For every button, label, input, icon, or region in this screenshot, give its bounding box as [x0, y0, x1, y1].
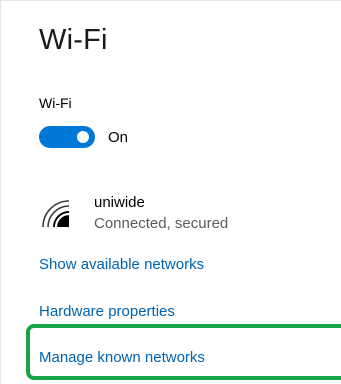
wifi-settings-panel: Wi-Fi Wi-Fi On uniwide Connected, secure… [0, 0, 341, 384]
network-status: Connected, secured [94, 215, 229, 232]
wifi-toggle-state: On [108, 129, 129, 146]
connected-network-item[interactable]: uniwide Connected, secured [39, 189, 329, 239]
toggle-knob [77, 131, 89, 143]
page-title: Wi-Fi [39, 24, 108, 56]
network-name: uniwide [94, 194, 145, 211]
wifi-toggle-switch[interactable] [39, 126, 95, 148]
wifi-toggle-label: Wi-Fi [39, 95, 72, 111]
show-available-networks-link[interactable]: Show available networks [39, 256, 204, 273]
wifi-signal-icon [39, 197, 83, 231]
hardware-properties-link[interactable]: Hardware properties [39, 303, 175, 320]
manage-known-networks-link[interactable]: Manage known networks [39, 349, 205, 366]
